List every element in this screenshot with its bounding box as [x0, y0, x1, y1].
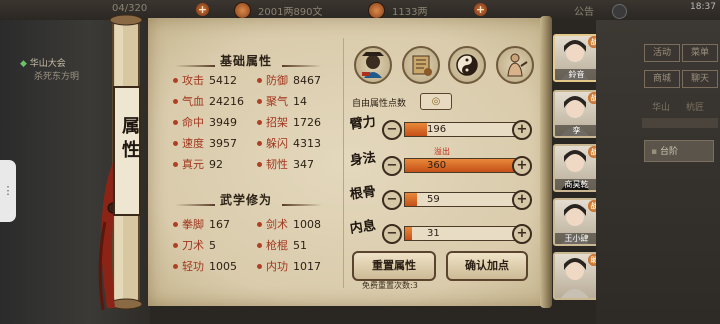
attribute-bar: 196	[404, 122, 526, 137]
decrease-button[interactable]: −	[382, 224, 402, 244]
character-name: 商昊乾	[555, 179, 598, 190]
character-name: 孪	[555, 125, 598, 136]
attribute-bar: 31	[404, 226, 526, 241]
attribute-row: 根骨 − 59 +	[349, 184, 540, 216]
money-value: 2001两890文	[258, 7, 323, 18]
notice-icon[interactable]	[612, 4, 627, 19]
scroll-title-plate: 属 性	[113, 86, 141, 216]
parchment-right-edge	[540, 16, 552, 308]
attribute-row: 臂力 − 196 +	[349, 114, 540, 146]
confirm-allocation-button[interactable]: 确认加点	[446, 251, 528, 281]
martial-title: 武学修为	[220, 193, 273, 207]
gold-value: 1133两	[392, 7, 428, 18]
character-name: 王小肆	[555, 233, 598, 244]
chat-button[interactable]: 聊天	[682, 70, 718, 88]
attribute-bar: 59	[404, 192, 526, 207]
reset-attributes-button[interactable]: 重置属性	[352, 251, 436, 281]
attribute-value: 196	[427, 124, 447, 135]
free-points-label: 自由属性点数	[352, 99, 407, 109]
stat-hit: 命中 3949	[173, 114, 237, 130]
increase-button[interactable]: +	[512, 156, 532, 176]
section-ornament-left	[175, 204, 215, 206]
character-name: 鈴音	[555, 69, 598, 80]
portrait-tab-icon[interactable]	[354, 46, 392, 84]
scroll-title: 属 性	[119, 116, 140, 159]
skill-fist: 拳脚 167	[173, 216, 230, 232]
stat-speed: 速度 3957	[173, 135, 237, 151]
decrease-button[interactable]: −	[382, 190, 402, 210]
stat-zhenyuan: 真元 92	[173, 156, 223, 172]
sub-location-label: 杭匠	[686, 103, 705, 113]
attribute-value: 59	[427, 194, 440, 205]
stat-parry: 招架 1726	[257, 114, 321, 130]
increase-button[interactable]: +	[512, 224, 532, 244]
scroll-tab-icon[interactable]	[402, 46, 440, 84]
activity-button[interactable]: 活动	[644, 44, 680, 62]
column-divider	[343, 38, 344, 288]
free-points-value: ◎	[420, 93, 452, 110]
attribute-row: 内息 − 31 +	[349, 218, 540, 250]
add-gold-button[interactable]: +	[474, 3, 487, 16]
stat-focus: 聚气 14	[257, 93, 307, 109]
stat-hp: 气血 24216	[173, 93, 244, 109]
skill-neigong: 内功 1017	[257, 258, 321, 274]
dropdown-bar[interactable]	[642, 118, 718, 128]
quest-title: 华山大会	[29, 59, 66, 69]
overflow-label: 溢出	[434, 147, 450, 156]
gold-icon	[368, 2, 385, 19]
body-tab-icon[interactable]	[496, 46, 534, 84]
quest-subtitle: 杀死东方明	[34, 72, 80, 82]
quest-tracker[interactable]: ◆ 华山大会 杀死东方明	[20, 56, 100, 82]
free-reset-count: 免费重置次数:3	[362, 281, 418, 290]
attribute-glyph: 内息	[349, 218, 377, 237]
skill-sword: 剑术 1008	[257, 216, 321, 232]
attribute-bar-fill	[405, 193, 417, 206]
increase-button[interactable]: +	[512, 190, 532, 210]
base-attrs-title: 基础属性	[220, 54, 273, 68]
attribute-bar-fill	[405, 123, 427, 136]
section-ornament-right	[282, 65, 322, 67]
attribute-value: 360	[427, 160, 447, 171]
increase-button[interactable]: +	[512, 120, 532, 140]
shop-button[interactable]: 商城	[644, 70, 680, 88]
attribute-value: 31	[427, 228, 440, 239]
attribute-bar-fill	[405, 159, 525, 172]
stat-attack: 攻击 5412	[173, 72, 237, 88]
attribute-glyph: 臂力	[349, 114, 377, 133]
attribute-allocation: 臂力 −196 + 身法 −360 溢出 + 根骨 −59 + 内息 −31 +	[349, 114, 540, 256]
side-drawer-tab[interactable]: ⋮	[0, 160, 16, 222]
location-tab[interactable]: ▪ 台阶	[644, 140, 714, 162]
attribute-bar-fill	[405, 227, 413, 240]
notice-label[interactable]: 公告	[574, 3, 594, 18]
location-label: 华山	[652, 103, 671, 113]
attribute-bar: 360	[404, 158, 526, 173]
stat-toughness: 韧性 347	[257, 156, 314, 172]
skill-spear: 枪棍 51	[257, 237, 307, 253]
attribute-glyph: 身法	[349, 150, 377, 169]
menu-button[interactable]: 菜单	[682, 44, 718, 62]
yinyang-tab-icon[interactable]	[448, 46, 486, 84]
money-icon	[234, 2, 251, 19]
attribute-glyph: 根骨	[349, 184, 377, 203]
stat-defense: 防御 8467	[257, 72, 321, 88]
stat-dodge: 躲闪 4313	[257, 135, 321, 151]
decrease-button[interactable]: −	[382, 120, 402, 140]
attribute-row: 身法 − 360 溢出 +	[349, 147, 540, 182]
section-ornament-right	[282, 204, 322, 206]
skill-blade: 刀术 5	[173, 237, 216, 253]
skill-qinggong: 轻功 1005	[173, 258, 237, 274]
decrease-button[interactable]: −	[382, 156, 402, 176]
right-menu-panel	[596, 20, 720, 324]
add-resource-button[interactable]: +	[196, 3, 209, 16]
section-ornament-left	[175, 65, 215, 67]
clock: 18:37	[690, 2, 716, 12]
